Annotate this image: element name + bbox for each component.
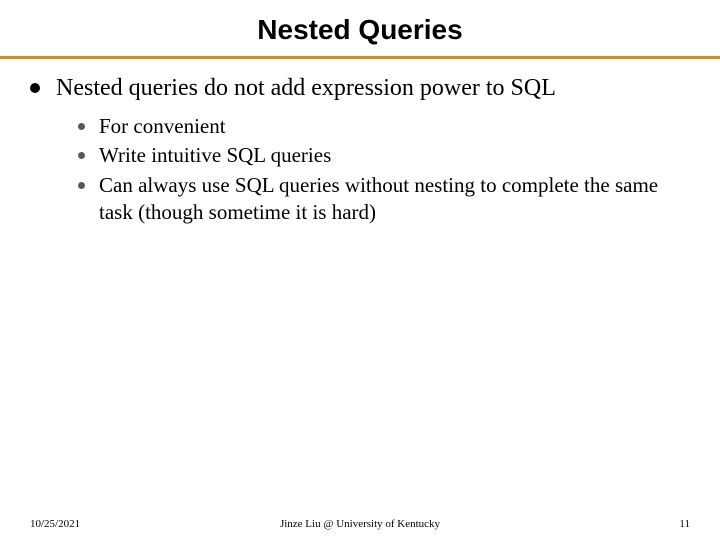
bullet-level1: Nested queries do not add expression pow… bbox=[30, 73, 690, 103]
bullet-text: For convenient bbox=[99, 113, 690, 140]
bullet-icon bbox=[78, 182, 85, 189]
slide-body: Nested queries do not add expression pow… bbox=[0, 73, 720, 226]
bullet-level2: Can always use SQL queries without nesti… bbox=[78, 172, 690, 227]
slide-title: Nested Queries bbox=[0, 0, 720, 56]
bullet-icon bbox=[78, 152, 85, 159]
bullet-text: Nested queries do not add expression pow… bbox=[56, 73, 556, 103]
slide: Nested Queries Nested queries do not add… bbox=[0, 0, 720, 540]
bullet-icon bbox=[30, 83, 40, 93]
footer-attribution: Jinze Liu @ University of Kentucky bbox=[0, 518, 720, 530]
bullet-icon bbox=[78, 123, 85, 130]
bullet-text: Write intuitive SQL queries bbox=[99, 142, 690, 169]
title-divider bbox=[0, 56, 720, 59]
bullet-level2: Write intuitive SQL queries bbox=[78, 142, 690, 169]
sub-bullets: For convenient Write intuitive SQL queri… bbox=[78, 113, 690, 226]
bullet-text: Can always use SQL queries without nesti… bbox=[99, 172, 690, 227]
slide-footer: 10/25/2021 Jinze Liu @ University of Ken… bbox=[0, 518, 720, 530]
bullet-level2: For convenient bbox=[78, 113, 690, 140]
